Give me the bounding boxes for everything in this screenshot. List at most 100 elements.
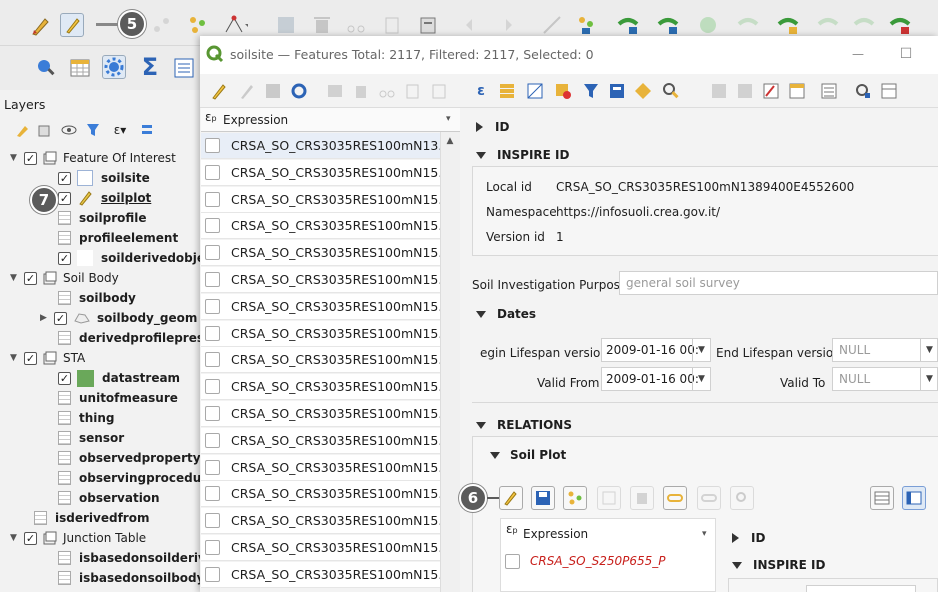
scroll-up-icon[interactable]: ▲ [440,135,460,147]
feature-list-row[interactable]: CRSA_SO_CRS3035RES100mN15... [201,347,440,374]
multi-edit-icon[interactable] [236,80,258,102]
toggle-editing-icon[interactable] [60,13,84,37]
conditional-formatting-icon[interactable] [786,80,808,102]
local-id-value[interactable]: CRSA_SO_CRS3035RES100mN1389400E4552600 [556,180,854,194]
layer-visibility-checkbox[interactable]: ✓ [58,171,71,185]
layer-tree-item[interactable]: isbasedonsoilderive [58,548,200,568]
feature-list-row[interactable]: CRSA_SO_CRS3035RES100mN15... [201,427,440,454]
sub-expression-header[interactable]: Expression [523,527,588,541]
begin-lifespan-dropdown-icon[interactable]: ▼ [692,339,710,361]
expression-dropdown-icon[interactable]: ▾ [446,114,451,124]
text-annotation-icon[interactable] [172,56,196,80]
layer-visibility-checkbox[interactable]: ✓ [58,371,71,385]
relations-section-header[interactable]: RELATIONS [476,418,572,432]
copy-selected-icon[interactable] [402,80,424,102]
namespace-value[interactable]: https://infosuoli.crea.gov.it/ [556,205,720,219]
feature-row-checkbox[interactable] [205,566,220,582]
feature-row-checkbox[interactable] [205,432,220,448]
layer-tree-item[interactable]: ✓ datastream [58,368,180,388]
relation-add-feature-button[interactable] [563,486,587,510]
dates-section-header[interactable]: Dates [476,307,536,321]
relation-link-button[interactable] [663,486,687,510]
layer-visibility-checkbox[interactable]: ✓ [24,531,37,545]
feature-list-row[interactable]: CRSA_SO_CRS3035RES100mN13... [201,133,440,159]
sub-inspire-header[interactable]: INSPIRE ID [732,558,825,572]
reshape-icon[interactable] [656,13,680,37]
undo-icon[interactable] [460,13,484,37]
feature-row-checkbox[interactable] [205,513,220,529]
relation-save-button[interactable] [531,486,555,510]
rotate-point-symbols-icon[interactable] [776,13,800,37]
feature-list-row[interactable]: CRSA_SO_CRS3035RES100mN15... [201,240,440,267]
feature-row-checkbox[interactable] [205,406,220,421]
invert-selection-icon[interactable] [524,80,546,102]
redo-icon[interactable] [494,13,518,37]
id-section-header[interactable]: ID [476,120,509,134]
sub-field-stub[interactable] [806,585,916,592]
feature-row-checkbox[interactable] [205,245,220,261]
feature-list-row[interactable]: CRSA_SO_CRS3035RES100mN15... [201,267,440,293]
expand-all-icon[interactable] [138,121,156,139]
layer-tree-item[interactable]: thing [58,408,115,428]
cut-selected-icon[interactable] [376,80,398,102]
relation-toggle-edit-button[interactable] [499,486,523,510]
layer-tree-item[interactable]: profileelement [58,228,178,248]
feature-row-checkbox[interactable] [205,540,220,555]
feature-row-checkbox[interactable] [205,352,220,368]
feature-list-row[interactable]: CRSA_SO_CRS3035RES100mN15... [201,320,440,347]
layer-tree-item[interactable]: soilprofile [58,208,147,228]
layer-visibility-checkbox[interactable]: ✓ [58,191,71,205]
layer-visibility-checkbox[interactable]: ✓ [24,151,37,165]
expand-arrow-icon[interactable]: ▼ [10,353,24,363]
feature-list-row[interactable]: CRSA_SO_CRS3035RES100mN15... [201,159,440,186]
layer-tree-item[interactable]: ▼ ✓ Feature Of Interest [10,148,176,168]
add-group-icon[interactable] [36,121,54,139]
feature-row-checkbox[interactable] [205,272,220,287]
pan-to-selected-icon[interactable] [632,80,654,102]
paste-features-icon[interactable] [416,13,440,37]
feature-list-row[interactable]: CRSA_SO_CRS3035RES100mN15... [201,293,440,320]
layer-visibility-checkbox[interactable]: ✓ [24,271,37,285]
feature-row-checkbox[interactable] [205,325,220,341]
field-calculator-icon[interactable] [760,80,782,102]
feature-list-row[interactable]: CRSA_SO_CRS3035RES100mN15... [201,561,440,588]
filter-select-icon[interactable] [580,80,602,102]
copy-features-icon[interactable] [380,13,404,37]
valid-from-dropdown-icon[interactable]: ▼ [692,368,710,390]
feature-row-checkbox[interactable] [205,459,220,475]
feature-list-row[interactable]: CRSA_SO_CRS3035RES100mN15... [201,454,440,481]
sub-expression-dropdown-icon[interactable]: ▾ [702,529,707,539]
feature-row-checkbox[interactable] [205,298,220,314]
layer-tree-item[interactable]: soilbody [58,288,136,308]
valid-to-dropdown-icon[interactable]: ▼ [920,368,938,390]
cut-features-icon[interactable] [344,13,368,37]
layer-tree-item[interactable]: observingprocedur [58,468,200,488]
layer-tree-item[interactable]: observation [58,488,160,508]
relation-unlink-button[interactable] [697,486,721,510]
delete-selected-icon[interactable] [310,13,334,37]
add-points-menu-icon[interactable] [576,13,600,37]
layer-tree-item[interactable]: ▼ ✓ Soil Body [10,268,119,288]
modify-attributes-icon[interactable] [274,13,298,37]
fill-ring-icon[interactable] [888,13,912,37]
select-by-expression-icon[interactable]: ε [470,80,492,102]
layer-tree-item[interactable]: ▼ ✓ STA [10,348,85,368]
save-dialog-edits-icon[interactable] [262,80,284,102]
layer-tree-item[interactable]: isderivedfrom [34,508,149,528]
table-view-icon[interactable] [878,80,900,102]
paste-icon[interactable] [428,80,450,102]
add-feature-icon[interactable] [324,80,346,102]
layer-visibility-checkbox[interactable]: ✓ [54,311,67,325]
layer-visibility-checkbox[interactable]: ✓ [58,251,71,265]
dock-dialog-icon[interactable] [852,80,874,102]
copy-attributes-icon[interactable] [708,80,730,102]
layer-tree-item[interactable]: ▶ ✓ soilbody_geom [40,308,197,328]
manage-visibility-icon[interactable] [60,121,78,139]
filter-legend-icon[interactable] [84,121,102,139]
merge-features-icon[interactable] [736,13,760,37]
deselect-all-icon[interactable] [552,80,574,102]
actions-icon[interactable] [818,80,840,102]
feature-list-row[interactable]: CRSA_SO_CRS3035RES100mN15... [201,374,440,401]
layer-tree-item[interactable]: ✓ soilderivedobje [58,248,200,268]
simplify-icon[interactable] [852,13,876,37]
